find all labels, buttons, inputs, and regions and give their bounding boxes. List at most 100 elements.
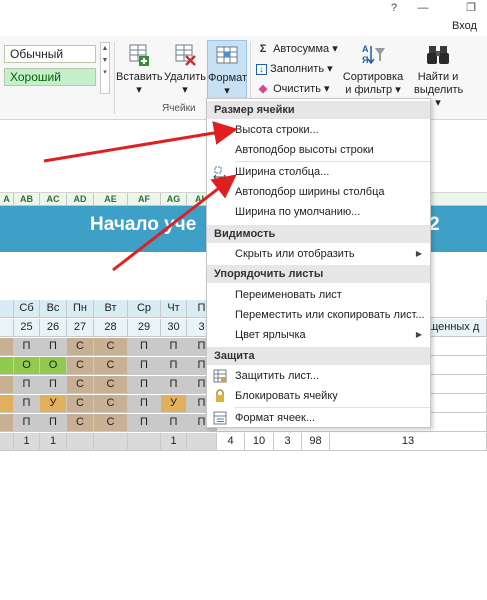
attendance-cell[interactable]: С xyxy=(94,357,128,375)
menu-item-protect-sheet[interactable]: Защитить лист... xyxy=(207,366,430,386)
find-label-line2: выделить xyxy=(414,84,464,96)
summary-cell[interactable]: 4 xyxy=(217,433,245,451)
attendance-cell[interactable]: С xyxy=(94,414,128,432)
total-cell[interactable]: 1 xyxy=(40,433,67,451)
minimize-button[interactable]: — xyxy=(412,0,434,16)
menu-item-format-cells[interactable]: Формат ячеек... xyxy=(207,408,430,428)
menu-item-hide-show[interactable]: Скрыть или отобразить ▶ xyxy=(207,244,430,264)
menu-item-lock-cell[interactable]: Блокировать ячейку xyxy=(207,386,430,406)
cells-group-label: Ячейки xyxy=(162,103,196,114)
attendance-cell[interactable]: П xyxy=(128,338,161,356)
attendance-cell[interactable]: П xyxy=(161,338,187,356)
grid-cell[interactable] xyxy=(0,300,14,318)
find-select-button[interactable]: Найти и выделить ▾ xyxy=(414,40,464,109)
grid-cell[interactable] xyxy=(0,395,14,413)
restore-button[interactable]: ❐ xyxy=(460,0,482,16)
format-button[interactable]: Формат ▾ xyxy=(207,40,247,102)
day-header[interactable]: Вт xyxy=(94,300,128,318)
column-header[interactable]: AD xyxy=(67,193,94,206)
clear-button[interactable]: ◆ Очистить ▾ xyxy=(256,81,330,97)
total-cell[interactable] xyxy=(67,433,94,451)
attendance-cell[interactable]: С xyxy=(67,395,94,413)
menu-item-tab-color[interactable]: Цвет ярлычка ▶ xyxy=(207,325,430,345)
sort-filter-button[interactable]: A Я Сортировка и фильтр ▾ xyxy=(340,40,406,102)
menu-item-row-height[interactable]: Высота строки... xyxy=(207,120,430,140)
attendance-cell[interactable]: П xyxy=(128,376,161,394)
column-header[interactable]: AF xyxy=(128,193,161,206)
grid-cell[interactable] xyxy=(0,433,14,451)
menu-item-rename-sheet[interactable]: Переименовать лист xyxy=(207,285,430,305)
column-header[interactable]: AE xyxy=(94,193,128,206)
fill-button[interactable]: ↓ Заполнить ▾ xyxy=(256,61,333,77)
date-header[interactable]: 28 xyxy=(94,319,128,337)
summary-cell[interactable]: 10 xyxy=(245,433,274,451)
sign-in-link[interactable]: Вход xyxy=(452,20,477,32)
total-cell[interactable]: 1 xyxy=(161,433,187,451)
menu-item-column-width[interactable]: Ширина столбца... xyxy=(207,162,430,182)
day-header[interactable]: Вс xyxy=(40,300,67,318)
attendance-cell[interactable]: У xyxy=(161,395,187,413)
attendance-cell[interactable]: П xyxy=(14,414,40,432)
column-header[interactable]: A xyxy=(0,193,14,206)
attendance-cell[interactable]: С xyxy=(94,376,128,394)
attendance-cell[interactable]: С xyxy=(67,357,94,375)
style-normal[interactable]: Обычный xyxy=(4,45,96,63)
date-header[interactable]: 25 xyxy=(14,319,40,337)
delete-button[interactable]: Удалить ▾ xyxy=(163,40,207,102)
insert-button[interactable]: Вставить ▾ xyxy=(116,40,163,102)
summary-cell[interactable]: 98 xyxy=(302,433,330,451)
total-cell[interactable] xyxy=(128,433,161,451)
date-header[interactable]: 27 xyxy=(67,319,94,337)
attendance-cell[interactable]: П xyxy=(161,357,187,375)
date-header[interactable]: 29 xyxy=(128,319,161,337)
day-header[interactable]: Сб xyxy=(14,300,40,318)
attendance-cell[interactable]: П xyxy=(161,376,187,394)
grid-cell[interactable] xyxy=(0,338,14,356)
total-cell[interactable]: 1 xyxy=(14,433,40,451)
style-good[interactable]: Хороший xyxy=(4,68,96,86)
attendance-cell[interactable]: П xyxy=(128,357,161,375)
column-header[interactable]: AC xyxy=(40,193,67,206)
attendance-cell[interactable]: С xyxy=(94,338,128,356)
attendance-cell[interactable]: С xyxy=(67,414,94,432)
attendance-cell[interactable]: П xyxy=(14,376,40,394)
menu-item-autofit-row[interactable]: Автоподбор высоты строки xyxy=(207,140,430,160)
attendance-cell[interactable]: У xyxy=(40,395,67,413)
attendance-cell[interactable]: П xyxy=(128,395,161,413)
attendance-cell[interactable]: П xyxy=(14,395,40,413)
grid-cell[interactable] xyxy=(0,376,14,394)
grid-cell[interactable] xyxy=(0,357,14,375)
attendance-cell[interactable]: П xyxy=(40,376,67,394)
attendance-cell[interactable]: П xyxy=(128,414,161,432)
date-header[interactable]: 26 xyxy=(40,319,67,337)
total-cell[interactable] xyxy=(94,433,128,451)
attendance-cell[interactable]: П xyxy=(40,414,67,432)
menu-item-default-width[interactable]: Ширина по умолчанию... xyxy=(207,202,430,222)
attendance-cell[interactable]: С xyxy=(67,338,94,356)
day-header[interactable]: Чт xyxy=(161,300,187,318)
attendance-cell[interactable]: С xyxy=(94,395,128,413)
grid-cell[interactable] xyxy=(0,414,14,432)
summary-cell[interactable]: 3 xyxy=(274,433,302,451)
menu-item-move-copy-sheet[interactable]: Переместить или скопировать лист... xyxy=(207,305,430,325)
attendance-cell[interactable]: П xyxy=(161,414,187,432)
column-header[interactable]: AB xyxy=(14,193,40,206)
styles-scroll[interactable]: ▲ ▼ ▾ xyxy=(100,42,110,94)
total-cell[interactable] xyxy=(187,433,217,451)
date-header[interactable]: 30 xyxy=(161,319,187,337)
group-separator xyxy=(114,42,115,114)
menu-item-autofit-column[interactable]: Автоподбор ширины столбца xyxy=(207,182,430,202)
grid-cell[interactable] xyxy=(0,319,14,337)
attendance-cell[interactable]: О xyxy=(40,357,67,375)
attendance-cell[interactable]: П xyxy=(40,338,67,356)
help-button[interactable]: ? xyxy=(383,0,405,16)
attendance-cell[interactable]: О xyxy=(14,357,40,375)
column-header[interactable]: AG xyxy=(161,193,187,206)
day-header[interactable]: Пн xyxy=(67,300,94,318)
submenu-arrow-icon: ▶ xyxy=(415,330,422,339)
day-header[interactable]: Ср xyxy=(128,300,161,318)
attendance-cell[interactable]: П xyxy=(14,338,40,356)
summary-cell[interactable]: 13 xyxy=(330,433,487,451)
attendance-cell[interactable]: С xyxy=(67,376,94,394)
autosum-button[interactable]: Σ Автосумма ▾ xyxy=(256,41,338,57)
